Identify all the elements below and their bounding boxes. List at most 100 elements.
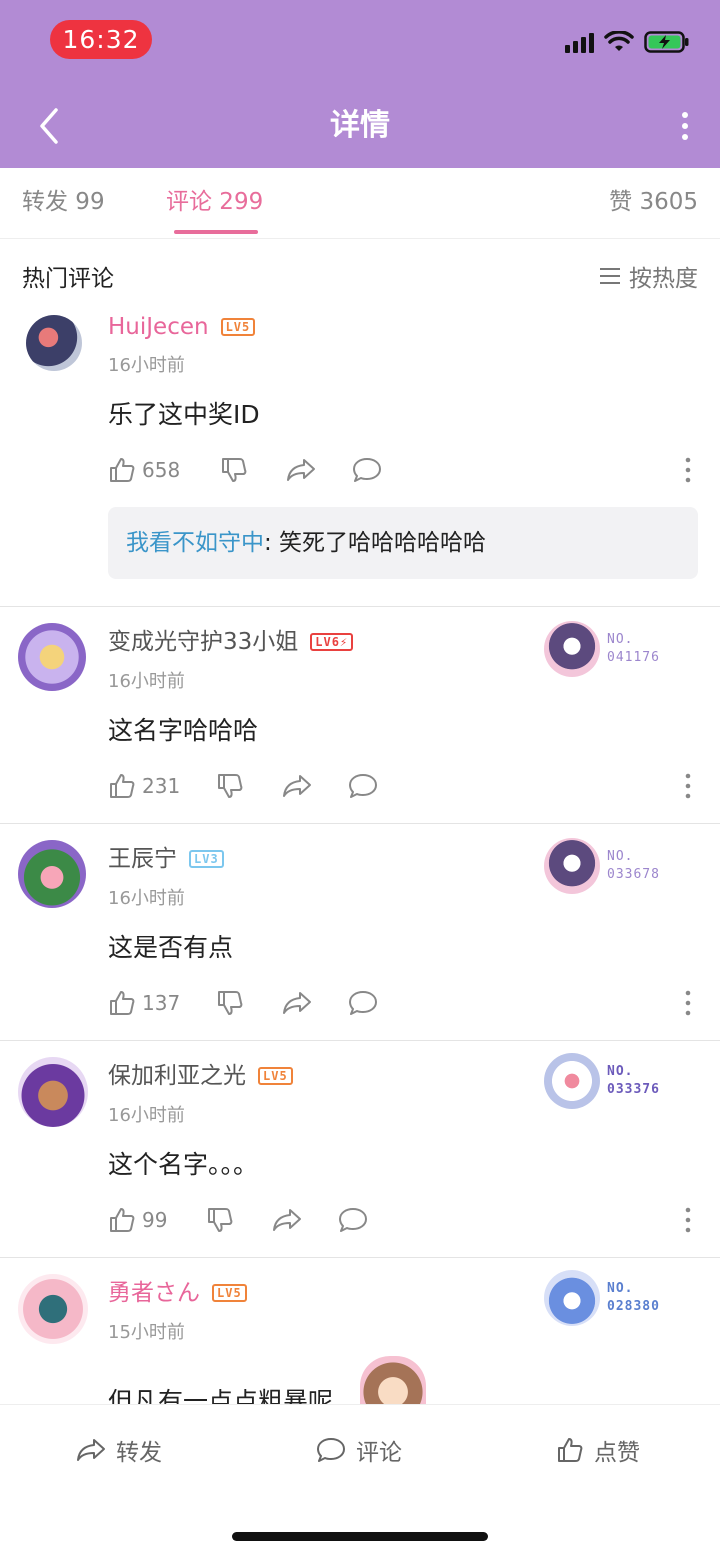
username[interactable]: HuiJecen: [108, 312, 209, 342]
more-options-icon[interactable]: [670, 104, 700, 148]
sticker-image: [360, 1356, 426, 1404]
like-button[interactable]: 137: [108, 987, 180, 1019]
avatar[interactable]: [18, 840, 86, 908]
badge-number: 028380: [607, 1299, 660, 1314]
bottom-like-button[interactable]: 点赞: [556, 1433, 640, 1467]
share-icon[interactable]: [282, 770, 312, 802]
comment-text: 乐了这中奖ID: [108, 400, 260, 429]
like-count: 137: [142, 991, 181, 1015]
comment-time: 16小时前: [108, 355, 185, 376]
like-button[interactable]: 99: [108, 1204, 167, 1236]
hot-comments-title: 热门评论: [22, 266, 114, 292]
thumbs-up-icon: [110, 991, 135, 1015]
reply-username[interactable]: 我看不如守中: [126, 530, 264, 556]
username[interactable]: 变成光守护33小姐: [108, 627, 298, 657]
bottom-like-label: 点赞: [594, 1440, 640, 1466]
comment-text: 但凡有一点点粗暴呢: [108, 1387, 334, 1404]
share-icon[interactable]: [286, 454, 316, 486]
thumbs-down-icon[interactable]: [220, 454, 248, 486]
comment-bubble-icon[interactable]: [338, 1204, 368, 1236]
share-icon[interactable]: [282, 987, 312, 1019]
level-badge: LV6⚡: [310, 633, 354, 651]
comment-more-icon[interactable]: [678, 989, 698, 1017]
comment-actions: 231: [108, 770, 698, 802]
comment-more-icon[interactable]: [678, 1206, 698, 1234]
thumbs-up-icon: [110, 774, 135, 798]
comment-sort-bar: 热门评论 按热度: [0, 239, 720, 309]
badge-no-label: NO.: [607, 849, 634, 864]
tab-active-indicator: [174, 230, 258, 234]
comment-time: 15小时前: [108, 1322, 185, 1343]
comment-item: HuiJecen LV5 16小时前 乐了这中奖ID 658 我看不如守中: 笑…: [0, 309, 720, 607]
fan-badge: NO. 033376: [532, 1053, 672, 1113]
thumbs-up-icon: [110, 458, 135, 482]
like-count: 658: [142, 458, 181, 482]
comment-item: 勇者さん LV5 15小时前 但凡有一点点粗暴呢 NO. 028380: [0, 1258, 720, 1404]
fan-badge-image: [544, 838, 600, 894]
wifi-icon: [604, 31, 634, 51]
badge-no-label: NO.: [607, 632, 634, 647]
thumbs-down-icon[interactable]: [206, 1204, 234, 1236]
sort-button[interactable]: 按热度: [599, 259, 698, 293]
bottom-comment-label: 评论: [356, 1440, 402, 1466]
username[interactable]: 王辰宁: [108, 844, 177, 874]
username[interactable]: 勇者さん: [108, 1278, 200, 1308]
battery-icon: [644, 31, 689, 53]
comment-item: 保加利亚之光 LV5 16小时前 这个名字。。。 NO. 033376 99: [0, 1041, 720, 1258]
avatar[interactable]: [18, 623, 86, 691]
back-arrow-icon[interactable]: [30, 104, 70, 148]
home-indicator[interactable]: [232, 1532, 488, 1541]
fan-badge-image: [544, 1053, 600, 1109]
comment-text: 这个名字。。。: [108, 1150, 259, 1179]
comment-actions: 658: [108, 454, 698, 486]
avatar[interactable]: [18, 1274, 88, 1344]
bottom-forward-button[interactable]: 转发: [76, 1433, 162, 1467]
thumbs-up-icon: [558, 1438, 583, 1462]
fan-badge: NO. 041176: [532, 621, 672, 681]
tab-likes[interactable]: 赞 3605: [609, 186, 698, 218]
badge-number: 033678: [607, 867, 660, 882]
reply-preview[interactable]: 我看不如守中: 笑死了哈哈哈哈哈哈: [108, 507, 698, 579]
tab-comments[interactable]: 评论 299: [166, 186, 263, 218]
fan-badge: NO. 028380: [532, 1270, 672, 1330]
comment-actions: 137: [108, 987, 698, 1019]
level-badge: LV5: [220, 318, 256, 336]
comment-bubble-icon[interactable]: [348, 770, 378, 802]
comment-item: 王辰宁 LV3 16小时前 这是否有点 NO. 033678 137: [0, 824, 720, 1041]
comment-bubble-icon[interactable]: [352, 454, 382, 486]
level-badge: LV5: [258, 1067, 293, 1085]
share-icon[interactable]: [272, 1204, 302, 1236]
badge-number: 033376: [607, 1082, 660, 1097]
comment-bubble-icon[interactable]: [348, 987, 378, 1019]
thumbs-up-icon: [110, 1208, 135, 1232]
comment-more-icon[interactable]: [678, 456, 698, 484]
page-title: 详情: [330, 108, 390, 143]
bottom-comment-button[interactable]: 评论: [316, 1433, 402, 1467]
like-button[interactable]: 231: [108, 770, 180, 802]
bottom-forward-label: 转发: [116, 1440, 162, 1466]
comment-time: 16小时前: [108, 1105, 185, 1126]
level-badge: LV5: [212, 1284, 247, 1302]
avatar[interactable]: [26, 315, 82, 371]
like-count: 99: [142, 1208, 168, 1232]
avatar[interactable]: [18, 1057, 88, 1127]
like-button[interactable]: 658: [108, 454, 180, 486]
fan-badge-image: [544, 621, 600, 677]
like-count: 231: [142, 774, 181, 798]
detail-tabs: 转发 99 评论 299 赞 3605: [0, 168, 720, 239]
comment-time: 16小时前: [108, 671, 185, 692]
badge-no-label: NO.: [607, 1064, 634, 1079]
badge-no-label: NO.: [607, 1281, 634, 1296]
thumbs-down-icon[interactable]: [216, 770, 244, 802]
comment-time: 16小时前: [108, 888, 185, 909]
comment-more-icon[interactable]: [678, 772, 698, 800]
tab-forward[interactable]: 转发 99: [22, 186, 105, 218]
comment-item: 变成光守护33小姐 LV6⚡ 16小时前 这名字哈哈哈 NO. 041176 23…: [0, 607, 720, 824]
comment-bubble-icon: [317, 1438, 345, 1462]
username[interactable]: 保加利亚之光: [108, 1061, 246, 1091]
share-icon: [77, 1439, 105, 1461]
level-badge: LV3: [189, 850, 224, 868]
reply-text: : 笑死了哈哈哈哈哈哈: [264, 530, 487, 556]
thumbs-down-icon[interactable]: [216, 987, 244, 1019]
badge-number: 041176: [607, 650, 660, 665]
